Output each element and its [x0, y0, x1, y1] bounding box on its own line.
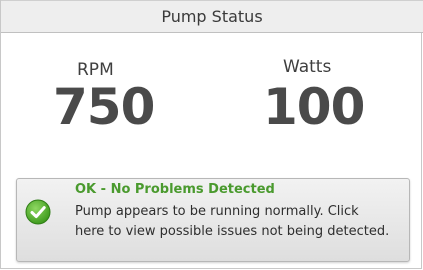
panel-header: Pump Status: [1, 0, 423, 33]
watts-value: 100: [263, 78, 365, 136]
panel-title: Pump Status: [161, 7, 263, 26]
pump-status-panel: Pump Status RPM 750 Watts 100 OK - No Pr…: [0, 0, 423, 269]
check-circle-icon: [25, 199, 51, 225]
status-title: OK - No Problems Detected: [75, 182, 275, 197]
status-message-line-2: here to view possible issues not being d…: [75, 224, 390, 239]
rpm-value: 750: [53, 78, 155, 136]
status-alert-button[interactable]: OK - No Problems Detected Pump appears t…: [16, 178, 410, 262]
watts-label: Watts: [283, 57, 332, 77]
status-message-line-1: Pump appears to be running normally. Cli…: [75, 204, 359, 219]
rpm-label: RPM: [77, 60, 114, 80]
